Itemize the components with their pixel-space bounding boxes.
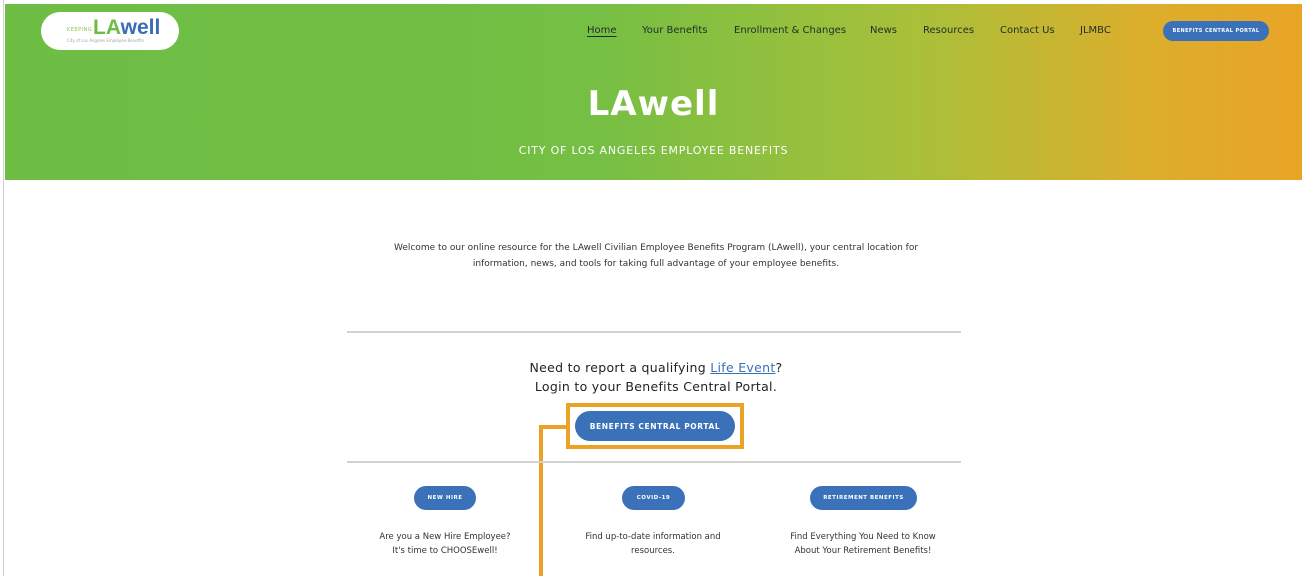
window-frame-top <box>0 0 1302 4</box>
nav-item-enrollment-changes[interactable]: Enrollment & Changes <box>734 25 846 36</box>
nav-item-news[interactable]: News <box>870 25 897 36</box>
covid-19-button[interactable]: COVID-19 <box>622 486 685 510</box>
nav-item-resources[interactable]: Resources <box>923 25 974 36</box>
window-frame-left <box>0 0 4 576</box>
hero-banner: KEEPING LAwell City of Los Angeles Emplo… <box>5 4 1302 180</box>
retirement-benefits-button[interactable]: RETIREMENT BENEFITS <box>810 486 917 510</box>
covid-19-description: Find up-to-date information and resource… <box>585 532 721 556</box>
new-hire-button[interactable]: NEW HIRE <box>414 486 476 510</box>
section-divider-bottom <box>347 461 961 463</box>
nav-portal-button[interactable]: BENEFITS CENTRAL PORTAL <box>1163 21 1269 41</box>
life-event-link[interactable]: Life Event <box>710 360 775 375</box>
welcome-text: Welcome to our online resource for the L… <box>393 243 919 269</box>
retirement-benefits-description: Find Everything You Need to Know About Y… <box>790 532 936 556</box>
nav-item-home[interactable]: Home <box>587 25 617 36</box>
nav-item-your-benefits[interactable]: Your Benefits <box>642 25 707 36</box>
nav-item-contact-us[interactable]: Contact Us <box>1000 25 1055 36</box>
life-event-prompt: Need to report a qualifying Life Event? … <box>529 360 783 394</box>
page-subtitle: CITY OF LOS ANGELES EMPLOYEE BENEFITS <box>518 144 789 157</box>
page-title: LAwell <box>587 84 720 124</box>
nav-item-jlmbc[interactable]: JLMBC <box>1080 25 1111 36</box>
section-divider-top <box>347 331 961 333</box>
main-nav: Home Your Benefits Enrollment & Changes … <box>5 25 1302 45</box>
benefits-central-portal-button[interactable]: BENEFITS CENTRAL PORTAL <box>575 411 735 441</box>
new-hire-description: Are you a New Hire Employee? It's time t… <box>379 532 511 556</box>
